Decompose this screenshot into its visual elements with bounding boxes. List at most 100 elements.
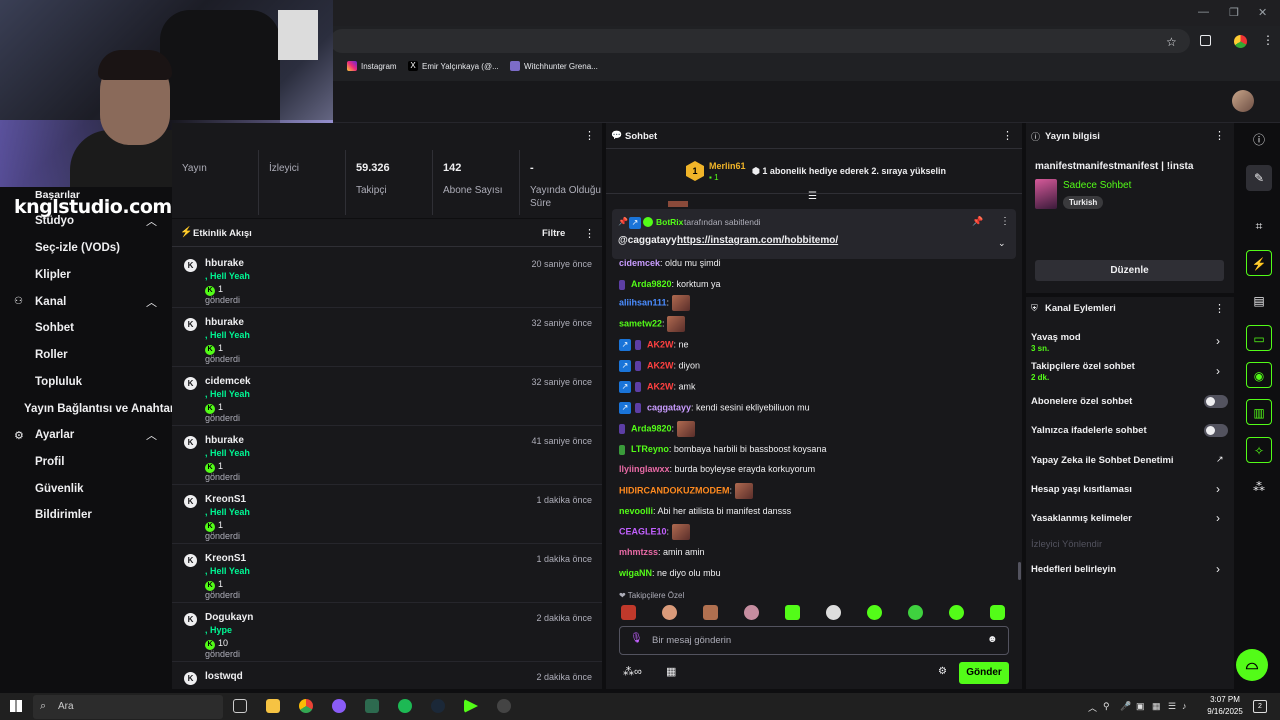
emote-icon[interactable] (785, 605, 800, 620)
tray-display-icon[interactable]: ▣ (1136, 701, 1145, 712)
bookmark-x[interactable]: X Emir Yalçınkaya (@... (408, 61, 499, 71)
chevron-right-icon[interactable]: › (1216, 511, 1220, 525)
activity-user[interactable]: KreonS1 (205, 553, 246, 564)
microphone-icon[interactable]: 🎙 (630, 633, 643, 644)
gift-cta[interactable]: ⬢ 1 abonelik hediye ederek 2. sıraya yük… (752, 166, 946, 177)
chat-user[interactable]: AK2W (647, 360, 674, 370)
nav-item-roles[interactable]: Roller (35, 349, 68, 361)
avatar[interactable] (1232, 90, 1254, 112)
menu-icon[interactable]: ⋮ (1262, 33, 1274, 47)
tray-chevron-icon[interactable]: ︿ (1088, 701, 1097, 714)
subs-chat-toggle[interactable] (1204, 395, 1228, 408)
task-view-icon[interactable] (233, 699, 247, 713)
edit-icon[interactable]: ✎ (1246, 165, 1272, 191)
chat-user[interactable]: llyiinglawxx (619, 464, 670, 474)
windows-start-icon[interactable] (10, 700, 22, 712)
nav-ayarlar[interactable]: Ayarlar (35, 429, 74, 441)
chat-user[interactable]: Arda9820 (631, 423, 672, 433)
tray-mic-icon[interactable]: 🎤 (1120, 701, 1131, 712)
activity-user[interactable]: KreonS1 (205, 494, 246, 505)
slow-mode-label[interactable]: Yavaş mod (1031, 332, 1081, 343)
nav-item-vods[interactable]: Seç-izle (VODs) (35, 242, 120, 254)
pinned-mention[interactable]: @caggatayy (618, 235, 677, 246)
document-icon[interactable]: ▤ (1246, 288, 1272, 314)
bookmark-witchhunter[interactable]: Witchhunter Grena... (510, 61, 598, 71)
banned-words-label[interactable]: Yasaklanmış kelimeler (1031, 513, 1132, 524)
app-icon[interactable] (365, 699, 379, 713)
broadcast-icon[interactable]: ◉ (1246, 362, 1272, 388)
emote-icon[interactable] (826, 605, 841, 620)
layout-icon[interactable]: ▥ (1246, 399, 1272, 425)
store-icon[interactable]: ▦ (666, 665, 676, 678)
crop-icon[interactable]: ⌗ (1246, 213, 1272, 239)
gear-icon[interactable]: ⚙ (938, 666, 947, 677)
chat-user[interactable]: Arda9820 (631, 279, 672, 289)
extensions-icon[interactable] (1200, 35, 1211, 46)
nav-kanal[interactable]: Kanal (35, 296, 66, 308)
file-explorer-icon[interactable] (266, 699, 280, 713)
volume-icon[interactable]: ♪ (1182, 701, 1187, 711)
chat-user[interactable]: aliihsan111 (619, 297, 667, 307)
wifi-icon[interactable]: ☰ (1168, 701, 1176, 712)
emote-icon[interactable] (949, 605, 964, 620)
chat-user[interactable]: AK2W (647, 381, 674, 391)
chat-user[interactable]: caggatayy (647, 402, 691, 412)
chevron-up-icon[interactable]: ︿ (146, 213, 157, 229)
chevron-up-icon[interactable]: ︿ (146, 294, 157, 310)
star-icon[interactable]: ☆ (1166, 35, 1177, 49)
activity-user[interactable]: Dogukayn (205, 612, 253, 623)
tray-network-icon[interactable]: ⚲ (1103, 701, 1110, 712)
emoji-icon[interactable]: ☻ (987, 634, 998, 645)
nav-item-clips[interactable]: Klipler (35, 269, 71, 281)
filter-button[interactable]: Filtre (542, 228, 565, 239)
nav-item-community[interactable]: Topluluk (35, 376, 82, 388)
emote-icon[interactable] (990, 605, 1005, 620)
chat-user[interactable]: AK2W (647, 339, 674, 349)
chrome-icon[interactable] (299, 699, 313, 713)
nav-item-profile[interactable]: Profil (35, 456, 64, 468)
info-icon[interactable]: ⓘ (1246, 127, 1272, 153)
bookmark-instagram[interactable]: Instagram (347, 61, 397, 71)
edit-button[interactable]: Düzenle (1035, 260, 1224, 281)
emote-icon[interactable] (621, 605, 636, 620)
activity-user[interactable]: hburake (205, 258, 244, 269)
nav-item-chat[interactable]: Sohbet (35, 322, 74, 334)
chat-user[interactable]: mhmtzss (619, 547, 658, 557)
clock-time[interactable]: 3:07 PM (1205, 695, 1245, 704)
followers-chat-label[interactable]: Takipçilere özel sohbet (1031, 361, 1135, 372)
users-icon[interactable]: ⁂ (1246, 474, 1272, 500)
unpin-icon[interactable]: 📌 (972, 216, 983, 227)
chat-user[interactable]: cidemcek (619, 258, 660, 268)
chat-users-icon[interactable]: ⁂∞ (623, 665, 642, 678)
help-icon[interactable]: ⌓ (1236, 649, 1268, 681)
chat-scrollbar[interactable] (1018, 562, 1021, 580)
ai-mod-label[interactable]: Yapay Zeka ile Sohbet Denetimi (1031, 455, 1174, 466)
chevron-right-icon[interactable]: › (1216, 364, 1220, 378)
tray-app-icon[interactable]: ▦ (1152, 701, 1161, 712)
more-icon[interactable]: ⋮ (584, 129, 595, 142)
expand-icon[interactable]: ☰ (808, 191, 817, 202)
emote-icon[interactable] (867, 605, 882, 620)
goals-label[interactable]: Hedefleri belirleyin (1031, 564, 1116, 575)
gift-user[interactable]: Merlin61 (709, 161, 746, 171)
steam-icon[interactable] (431, 699, 445, 713)
close-icon[interactable]: ✕ (1258, 6, 1267, 19)
chat-user[interactable]: sametw22 (619, 318, 662, 328)
chat-user[interactable]: HIDIRCANDOKUZMODEM (619, 485, 730, 495)
nav-item-notifications[interactable]: Bildirimler (35, 509, 92, 521)
emote-icon[interactable] (744, 605, 759, 620)
more-icon[interactable]: ⋮ (584, 227, 595, 240)
more-icon[interactable]: ⋮ (1002, 129, 1013, 142)
emote-icon[interactable] (703, 605, 718, 620)
age-restrict-label[interactable]: Hesap yaşı kısıtlaması (1031, 484, 1132, 495)
activity-user[interactable]: hburake (205, 317, 244, 328)
pinned-link[interactable]: https://instagram.com/hobbitemo/ (677, 235, 838, 246)
chevron-down-icon[interactable]: ⌄ (998, 238, 1006, 249)
external-link-icon[interactable]: ↗ (1216, 454, 1224, 465)
chat-user[interactable]: nevoolli (619, 506, 653, 516)
chevron-up-icon[interactable]: ︿ (146, 427, 157, 443)
clock-date[interactable]: 9/16/2025 (1203, 707, 1247, 716)
lightning-icon[interactable]: ⚡ (1246, 250, 1272, 276)
category-name[interactable]: Sadece Sohbet (1063, 180, 1131, 191)
more-icon[interactable]: ⋮ (1214, 302, 1225, 315)
